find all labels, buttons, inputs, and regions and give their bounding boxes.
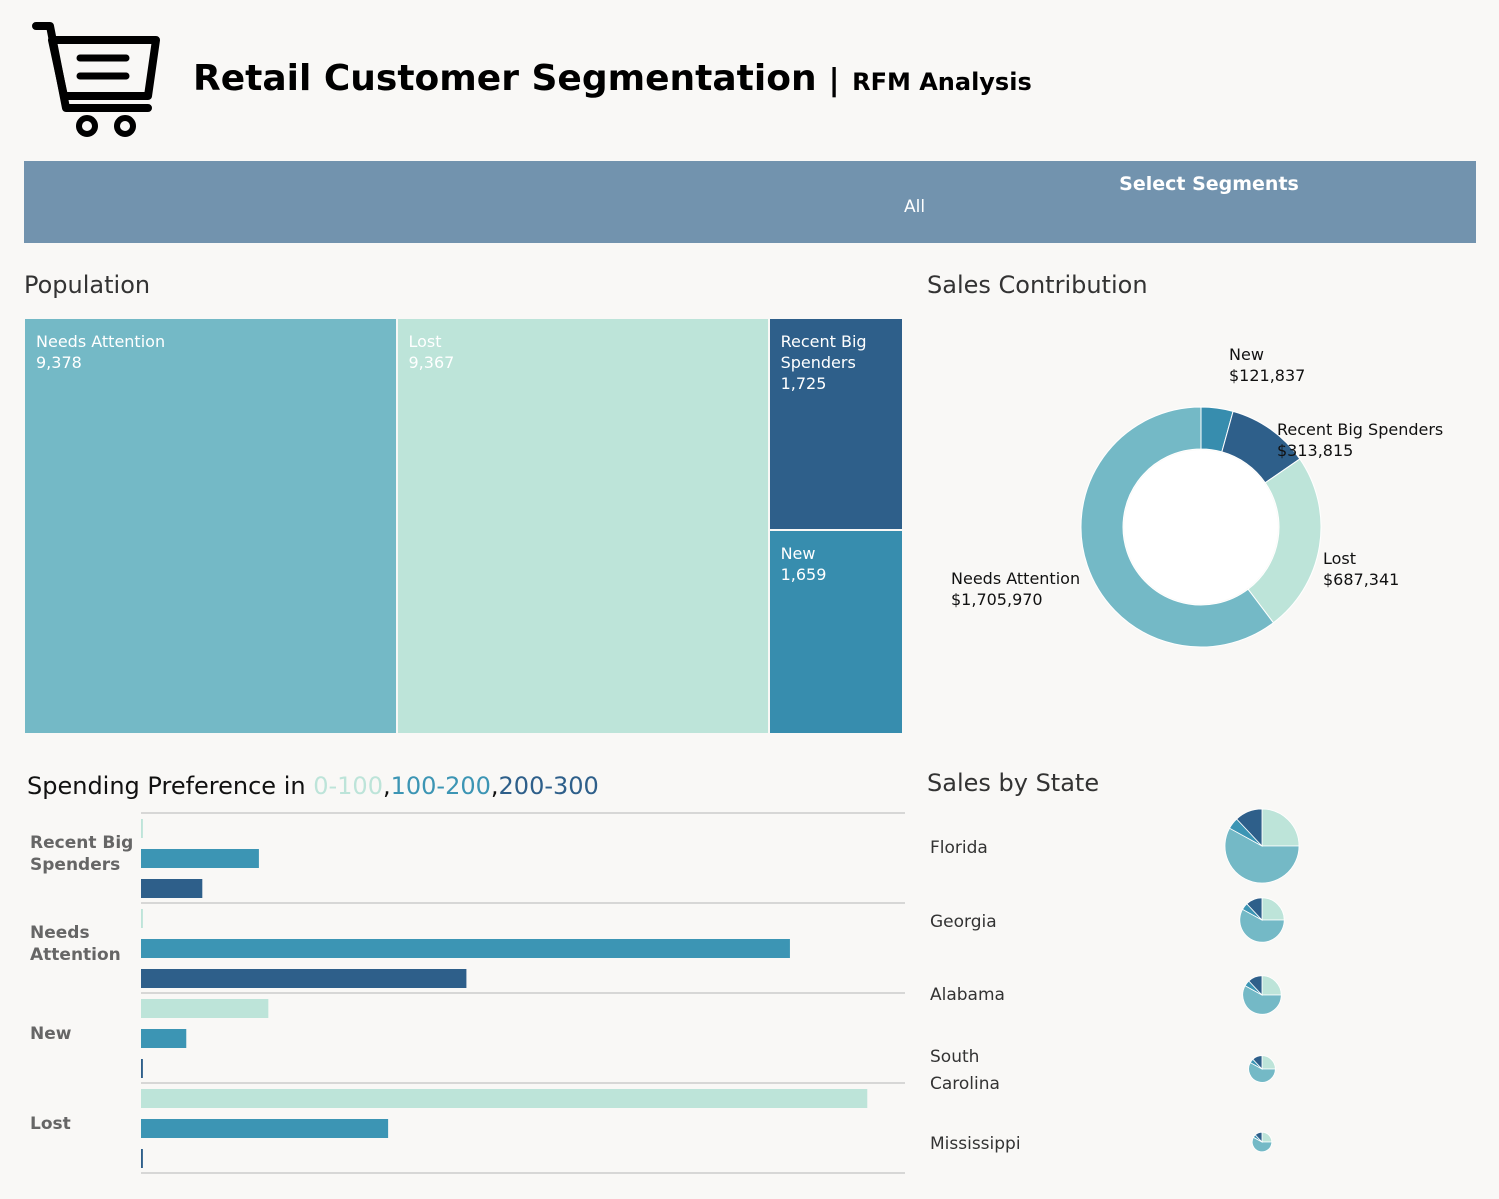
title-separator: | <box>828 63 840 98</box>
treemap-tile-name: Lost <box>408 332 442 351</box>
sales-contribution-title: Sales Contribution <box>927 271 1148 299</box>
shopping-cart-icon <box>30 18 165 143</box>
population-title: Population <box>24 271 151 299</box>
bar-lost-100-200[interactable] <box>141 1119 389 1138</box>
bar-needs-attention-100-200[interactable] <box>141 939 790 958</box>
donut-label-name: Needs Attention <box>951 569 1080 588</box>
treemap-tile-new[interactable]: New 1,659 <box>768 530 903 734</box>
category-label: New <box>30 1024 72 1044</box>
segment-select[interactable]: All <box>904 197 925 217</box>
state-pie-slice-mississippi-lost[interactable] <box>1261 1131 1273 1143</box>
bar-new-200-300[interactable] <box>141 1059 143 1078</box>
state-pie-slice-georgia-lost[interactable] <box>1261 897 1285 921</box>
bar-recent-big-spenders-100-200[interactable] <box>141 849 259 868</box>
donut-label-value: $313,815 <box>1277 441 1353 460</box>
bar-recent-big-spenders-0-100[interactable] <box>141 819 143 838</box>
donut-label-name: Recent Big Spenders <box>1277 420 1443 439</box>
range-separator: , <box>490 772 499 800</box>
donut-label-name: Lost <box>1323 549 1356 568</box>
bar-needs-attention-200-300[interactable] <box>141 969 467 988</box>
state-pie-slice-south-carolina-lost[interactable] <box>1261 1055 1276 1070</box>
state-name-mississippi: Mississippi <box>930 1134 1021 1154</box>
treemap-tile-value: 1,725 <box>780 374 827 393</box>
category-label: Needs <box>30 923 90 943</box>
treemap-tile-name: Needs Attention <box>36 332 166 351</box>
category-label: Attention <box>30 945 121 965</box>
state-name-georgia: Georgia <box>930 912 997 932</box>
spending-bar-chart: Recent BigSpenders NeedsAttention New Lost <box>30 812 905 1174</box>
treemap-tile-label: Recent Big Spenders 1,725 <box>781 331 893 394</box>
range-100-200: 100-200 <box>390 772 491 800</box>
treemap-tile-label: New 1,659 <box>781 543 827 585</box>
donut-label-name: New <box>1229 345 1264 364</box>
range-separator: , <box>382 772 391 800</box>
treemap-tile-needs-attention[interactable]: Needs Attention 9,378 <box>24 318 397 734</box>
treemap-tile-value: 1,659 <box>780 565 827 585</box>
segment-filter-bar: Select Segments All <box>24 161 1476 243</box>
bar-new-0-100[interactable] <box>141 999 269 1018</box>
spending-title-prefix: Spending Preference in <box>27 772 314 800</box>
category-label: Lost <box>30 1114 71 1134</box>
population-treemap: Needs Attention 9,378 Lost 9,367 Recent Big … <box>24 318 903 734</box>
sales-by-state-title: Sales by State <box>927 769 1100 797</box>
bar-recent-big-spenders-200-300[interactable] <box>141 879 203 898</box>
treemap-tile-recent-big-spenders[interactable]: Recent Big Spenders 1,725 <box>768 318 903 531</box>
bar-lost-200-300[interactable] <box>141 1149 143 1168</box>
category-label: Spenders <box>30 855 120 875</box>
page-title: Retail Customer Segmentation | RFM Analys… <box>193 58 1032 99</box>
range-200-300: 200-300 <box>498 772 599 800</box>
bar-lost-0-100[interactable] <box>141 1089 868 1108</box>
treemap-tile-label: Lost 9,367 <box>409 331 455 373</box>
range-0-100: 0-100 <box>313 772 383 800</box>
donut-label-value: $687,341 <box>1323 570 1399 589</box>
title-subtitle: RFM Analysis <box>852 68 1032 96</box>
treemap-tile-label: Needs Attention 9,378 <box>36 331 165 373</box>
state-name-alabama: Alabama <box>930 985 1005 1005</box>
sales-contribution-donut: New $121,837 Recent Big Spenders $313,815 Lo… <box>951 345 1443 648</box>
state-name-south-carolina: South Carolina <box>930 1047 1000 1094</box>
bar-new-100-200[interactable] <box>141 1029 187 1048</box>
bar-needs-attention-0-100[interactable] <box>141 909 143 928</box>
donut-hole <box>1124 450 1278 604</box>
treemap-tile-value: 9,367 <box>408 353 455 372</box>
state-pie-charts <box>1224 808 1300 1153</box>
treemap-tile-lost[interactable]: Lost 9,367 <box>396 318 769 734</box>
treemap-tile-name: New <box>780 544 816 564</box>
filter-label: Select Segments <box>1119 173 1299 195</box>
treemap-tile-value: 9,378 <box>36 353 82 372</box>
state-pie-slice-florida-lost[interactable] <box>1261 808 1300 847</box>
donut-label-value: $121,837 <box>1229 366 1305 385</box>
state-name-florida: Florida <box>930 838 988 858</box>
title-main: Retail Customer Segmentation <box>193 58 817 99</box>
category-label: Recent Big <box>30 833 133 853</box>
state-pie-slice-alabama-lost[interactable] <box>1261 975 1282 996</box>
spending-title: Spending Preference in 0-100,100-200,200… <box>27 772 599 800</box>
treemap-tile-name: Recent Big Spenders <box>780 332 867 372</box>
donut-label-value: $1,705,970 <box>951 590 1043 609</box>
